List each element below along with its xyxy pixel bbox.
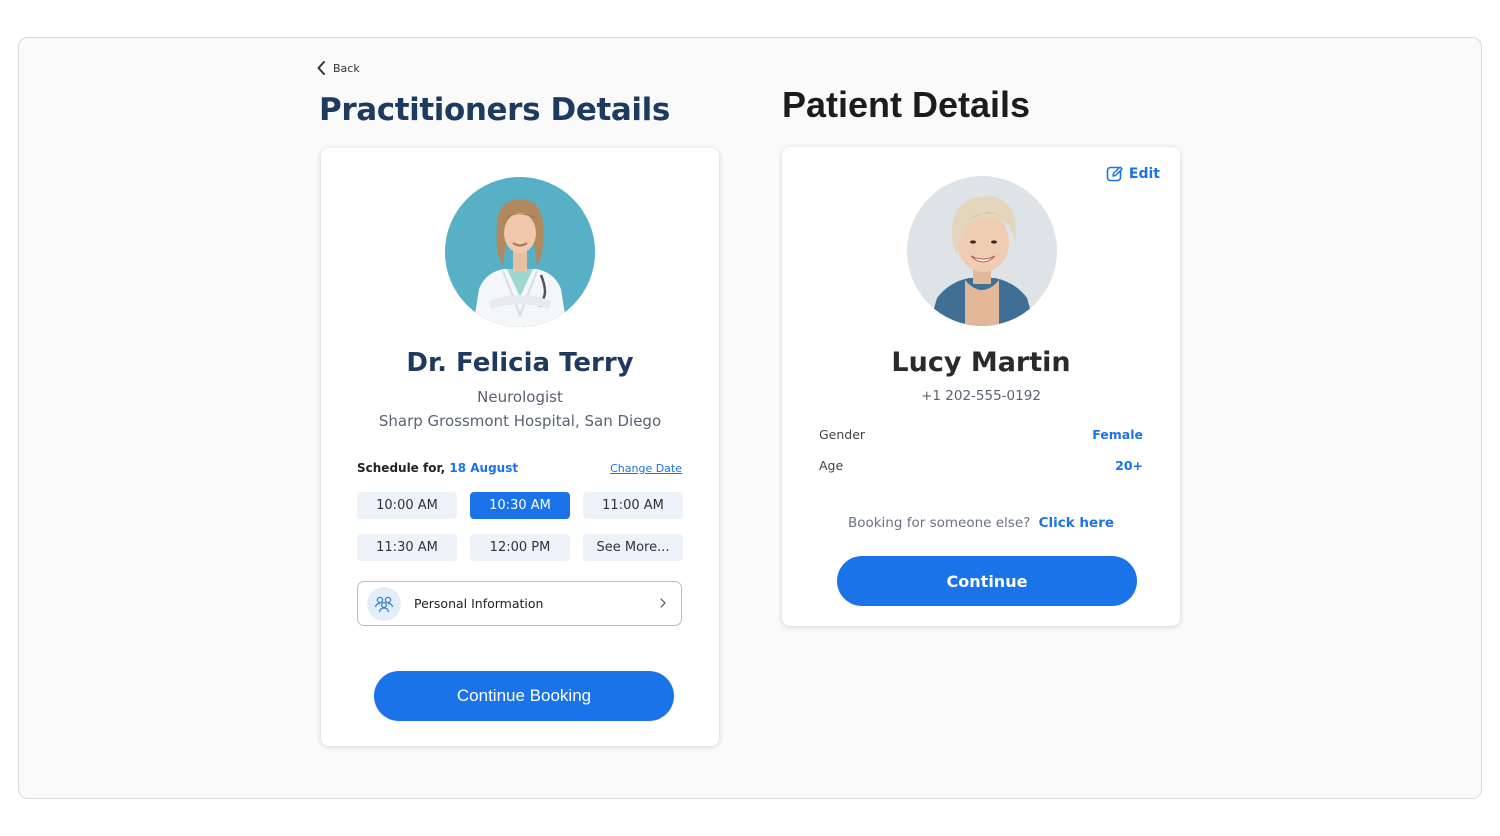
people-icon [367,586,401,621]
change-date-link[interactable]: Change Date [610,462,682,475]
personal-information-label: Personal Information [414,596,544,611]
edit-icon [1106,166,1123,182]
continue-button[interactable]: Continue [837,556,1137,606]
schedule-row: Schedule for, 18 August Change Date [357,461,682,475]
doctor-specialty: Neurologist [477,388,563,406]
patient-phone: +1 202-555-0192 [921,388,1041,404]
gender-label: Gender [819,427,866,442]
time-slot[interactable]: 12:00 PM [470,534,570,561]
patient-avatar [907,176,1057,326]
booking-else-link[interactable]: Click here [1039,515,1114,531]
patient-details-title: Patient Details [782,84,1031,125]
practitioners-details-title: Practitioners Details [319,92,670,128]
doctor-avatar [445,177,595,327]
age-row: Age 20+ [819,458,1143,473]
gender-value: Female [1092,427,1143,442]
back-label: Back [333,61,360,75]
time-slot[interactable]: 10:00 AM [357,492,457,519]
booking-else-text: Booking for someone else? [847,515,1031,531]
patient-name: Lucy Martin [891,347,1071,378]
age-label: Age [819,458,844,473]
gender-row: Gender Female [819,427,1143,442]
practitioner-card: Dr. Felicia Terry Neurologist Sharp Gros… [321,148,719,746]
edit-button[interactable]: Edit [1106,165,1160,183]
time-slot[interactable]: 11:00 AM [583,492,683,519]
schedule-date: 18 August [449,461,519,475]
time-slot[interactable]: 11:30 AM [357,534,457,561]
doctor-hospital: Sharp Grossmont Hospital, San Diego [378,412,662,430]
back-button[interactable]: Back [316,60,360,76]
doctor-name: Dr. Felicia Terry [406,348,634,378]
time-slot-selected[interactable]: 10:30 AM [470,492,570,519]
continue-booking-button[interactable]: Continue Booking [374,671,674,721]
see-more-slots-button[interactable]: See More... [583,534,683,561]
time-slots: 10:00 AM 10:30 AM 11:00 AM 11:30 AM 12:0… [357,492,683,561]
edit-label: Edit [1128,166,1160,182]
age-value: 20+ [1115,458,1143,473]
personal-information-row[interactable]: Personal Information [357,581,682,626]
booking-else-row: Booking for someone else? Click here [782,515,1180,531]
app-frame [18,37,1482,799]
patient-card: Edit Lucy Martin +1 202-555-0192 Gender … [782,147,1180,626]
chevron-right-icon [660,598,666,608]
chevron-left-icon [317,61,325,75]
schedule-label: Schedule for, 18 August [357,461,519,475]
